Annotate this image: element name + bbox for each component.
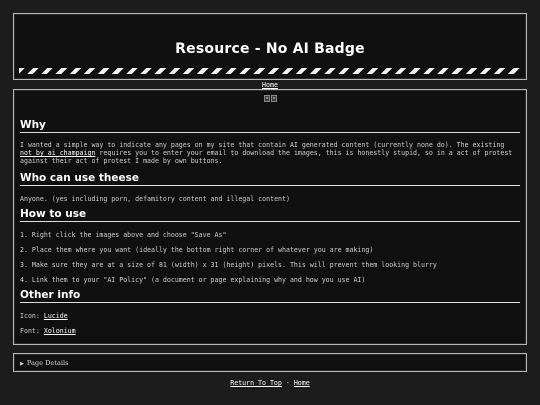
footer-home-link[interactable]: Home — [294, 379, 310, 387]
header-home-link[interactable]: Home — [262, 81, 278, 89]
disclosure-triangle-icon: ▶ — [20, 360, 24, 367]
how-step-1: 1. Right click the images above and choo… — [20, 231, 227, 239]
why-text-before: I wanted a simple way to indicate any pa… — [20, 141, 505, 149]
xolonium-link[interactable]: Xolonium — [44, 327, 76, 335]
how-step-4: 4. Link them to your "AI Policy" (a docu… — [20, 276, 366, 284]
icon-credit: Icon: Lucide — [20, 312, 520, 320]
why-paragraph: I wanted a simple way to indicate any pa… — [20, 141, 520, 166]
how-step-3: 3. Make sure they are at a size of 81 (w… — [20, 261, 437, 269]
font-credit-label: Font: — [20, 327, 40, 335]
footer-separator: - — [285, 379, 290, 387]
who-paragraph: Anyone. (yes including porn, defamitory … — [20, 195, 290, 203]
hazard-stripe-divider — [19, 67, 521, 74]
footer: Return To Top - Home — [0, 379, 540, 387]
page-title: Resource - No AI Badge — [175, 41, 365, 57]
main-content-panel: Why I wanted a simple way to indicate an… — [13, 89, 527, 345]
page-details-label: Page Details — [26, 359, 69, 367]
badge-image-broken-icon[interactable] — [270, 95, 277, 102]
badge-image-broken-icon[interactable] — [263, 95, 270, 102]
section-heading-how: How to use — [20, 208, 520, 222]
section-heading-who: Who can use theese — [20, 172, 520, 186]
header-panel: Resource - No AI Badge Home — [13, 13, 527, 89]
page-details-toggle[interactable]: ▶ Page Details — [20, 359, 69, 367]
icon-credit-label: Icon: — [20, 312, 40, 320]
not-by-ai-link[interactable]: not by ai champaign — [20, 149, 95, 157]
page-details-panel[interactable]: ▶ Page Details — [13, 353, 527, 372]
section-heading-other: Other info — [20, 289, 520, 303]
badge-images — [14, 95, 526, 103]
return-to-top-link[interactable]: Return To Top — [230, 379, 282, 387]
lucide-link[interactable]: Lucide — [44, 312, 68, 320]
how-step-2: 2. Place them where you want (ideally th… — [20, 246, 374, 254]
section-heading-why: Why — [20, 119, 520, 133]
font-credit: Font: Xolonium — [20, 327, 520, 335]
